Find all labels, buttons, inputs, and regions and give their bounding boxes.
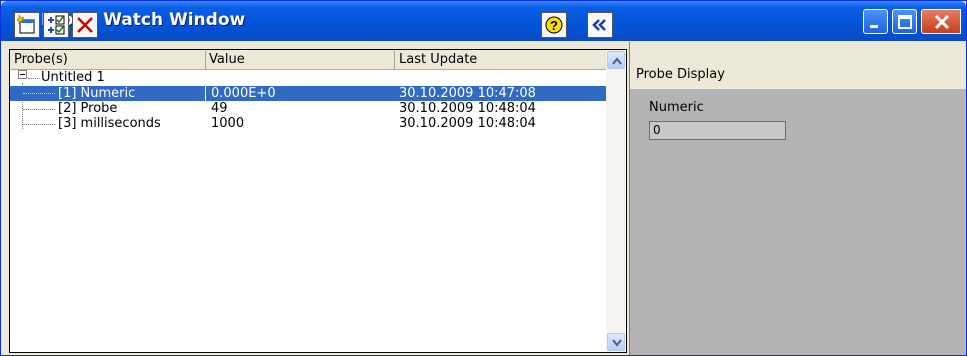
table-row[interactable]: [3] milliseconds 1000 30.10.2009 10:48:0… [10,116,606,131]
scroll-down-button[interactable] [607,333,625,351]
probe-value: 0.000E+0 [211,86,276,101]
probe-last-update: 30.10.2009 10:47:08 [399,86,536,101]
select-probes-icon [48,15,65,35]
title-bar[interactable]: Probe Watch Window [1,1,966,41]
minimize-button[interactable] [863,9,888,34]
probe-name: [1] Numeric [58,86,136,101]
column-value[interactable]: Value [209,52,245,67]
numeric-label: Numeric [649,100,704,115]
delete-icon [77,17,93,33]
numeric-indicator[interactable]: 0 [649,121,786,140]
select-probes-button[interactable] [43,12,69,38]
probe-display-header: Probe Display [630,42,966,89]
delete-probe-button[interactable] [72,12,98,38]
collapse-icon [592,19,606,31]
probe-watch-window: Probe Watch Window ? Probe(s) Value Last… [0,0,967,356]
probe-value: 1000 [211,116,245,131]
probe-display-panel: Probe Display Numeric 0 [630,42,966,355]
vertical-scrollbar[interactable] [606,50,626,352]
chevron-down-icon [612,339,622,347]
maximize-button[interactable] [892,9,917,34]
collapse-display-button[interactable] [587,12,613,38]
probe-list[interactable]: Probe(s) Value Last Update Untitled 1 [1… [9,49,627,353]
scroll-up-button[interactable] [607,51,625,69]
column-probes[interactable]: Probe(s) [14,52,68,67]
list-header: Probe(s) Value Last Update [10,50,606,70]
probe-value: 49 [211,101,228,116]
chevron-up-icon [612,57,622,65]
help-button[interactable]: ? [541,12,567,38]
new-probe-icon [17,15,35,34]
new-probe-button[interactable] [14,12,40,38]
collapse-tree-icon[interactable] [18,70,27,79]
tree-group-row[interactable]: Untitled 1 [10,70,606,85]
probe-last-update: 30.10.2009 10:48:04 [399,101,536,116]
svg-text:?: ? [550,18,558,33]
probe-name: [2] Probe [58,101,118,116]
table-row[interactable]: [2] Probe 49 30.10.2009 10:48:04 [10,101,606,116]
probe-display-title: Probe Display [636,67,725,82]
probe-last-update: 30.10.2009 10:48:04 [399,116,536,131]
close-button[interactable] [921,9,961,34]
column-last-update[interactable]: Last Update [399,52,477,67]
help-icon: ? [545,16,563,34]
table-row[interactable]: [1] Numeric 0.000E+0 30.10.2009 10:47:08 [10,86,606,101]
probe-name: [3] milliseconds [58,116,161,131]
group-label: Untitled 1 [41,70,105,85]
